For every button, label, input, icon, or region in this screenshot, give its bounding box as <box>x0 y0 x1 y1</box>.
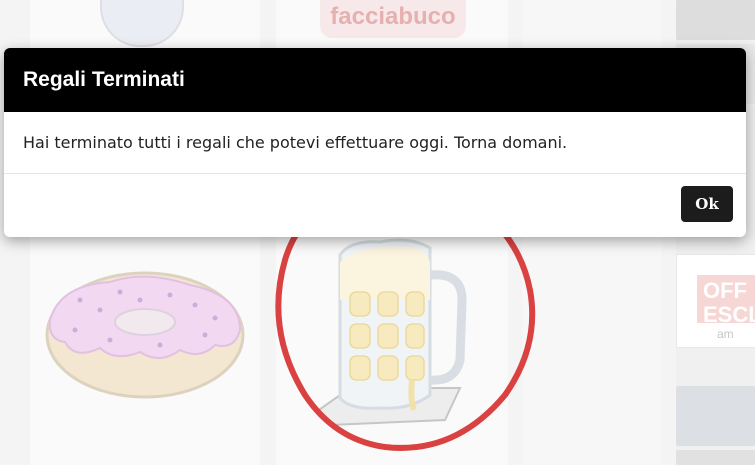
dialog-message: Hai terminato tutti i regali che potevi … <box>4 112 746 174</box>
dialog-title: Regali Terminati <box>4 48 746 112</box>
gift-limit-dialog: Regali Terminati Hai terminato tutti i r… <box>4 48 746 237</box>
ok-button[interactable]: Ok <box>681 186 733 222</box>
dialog-footer: Ok <box>4 174 746 237</box>
